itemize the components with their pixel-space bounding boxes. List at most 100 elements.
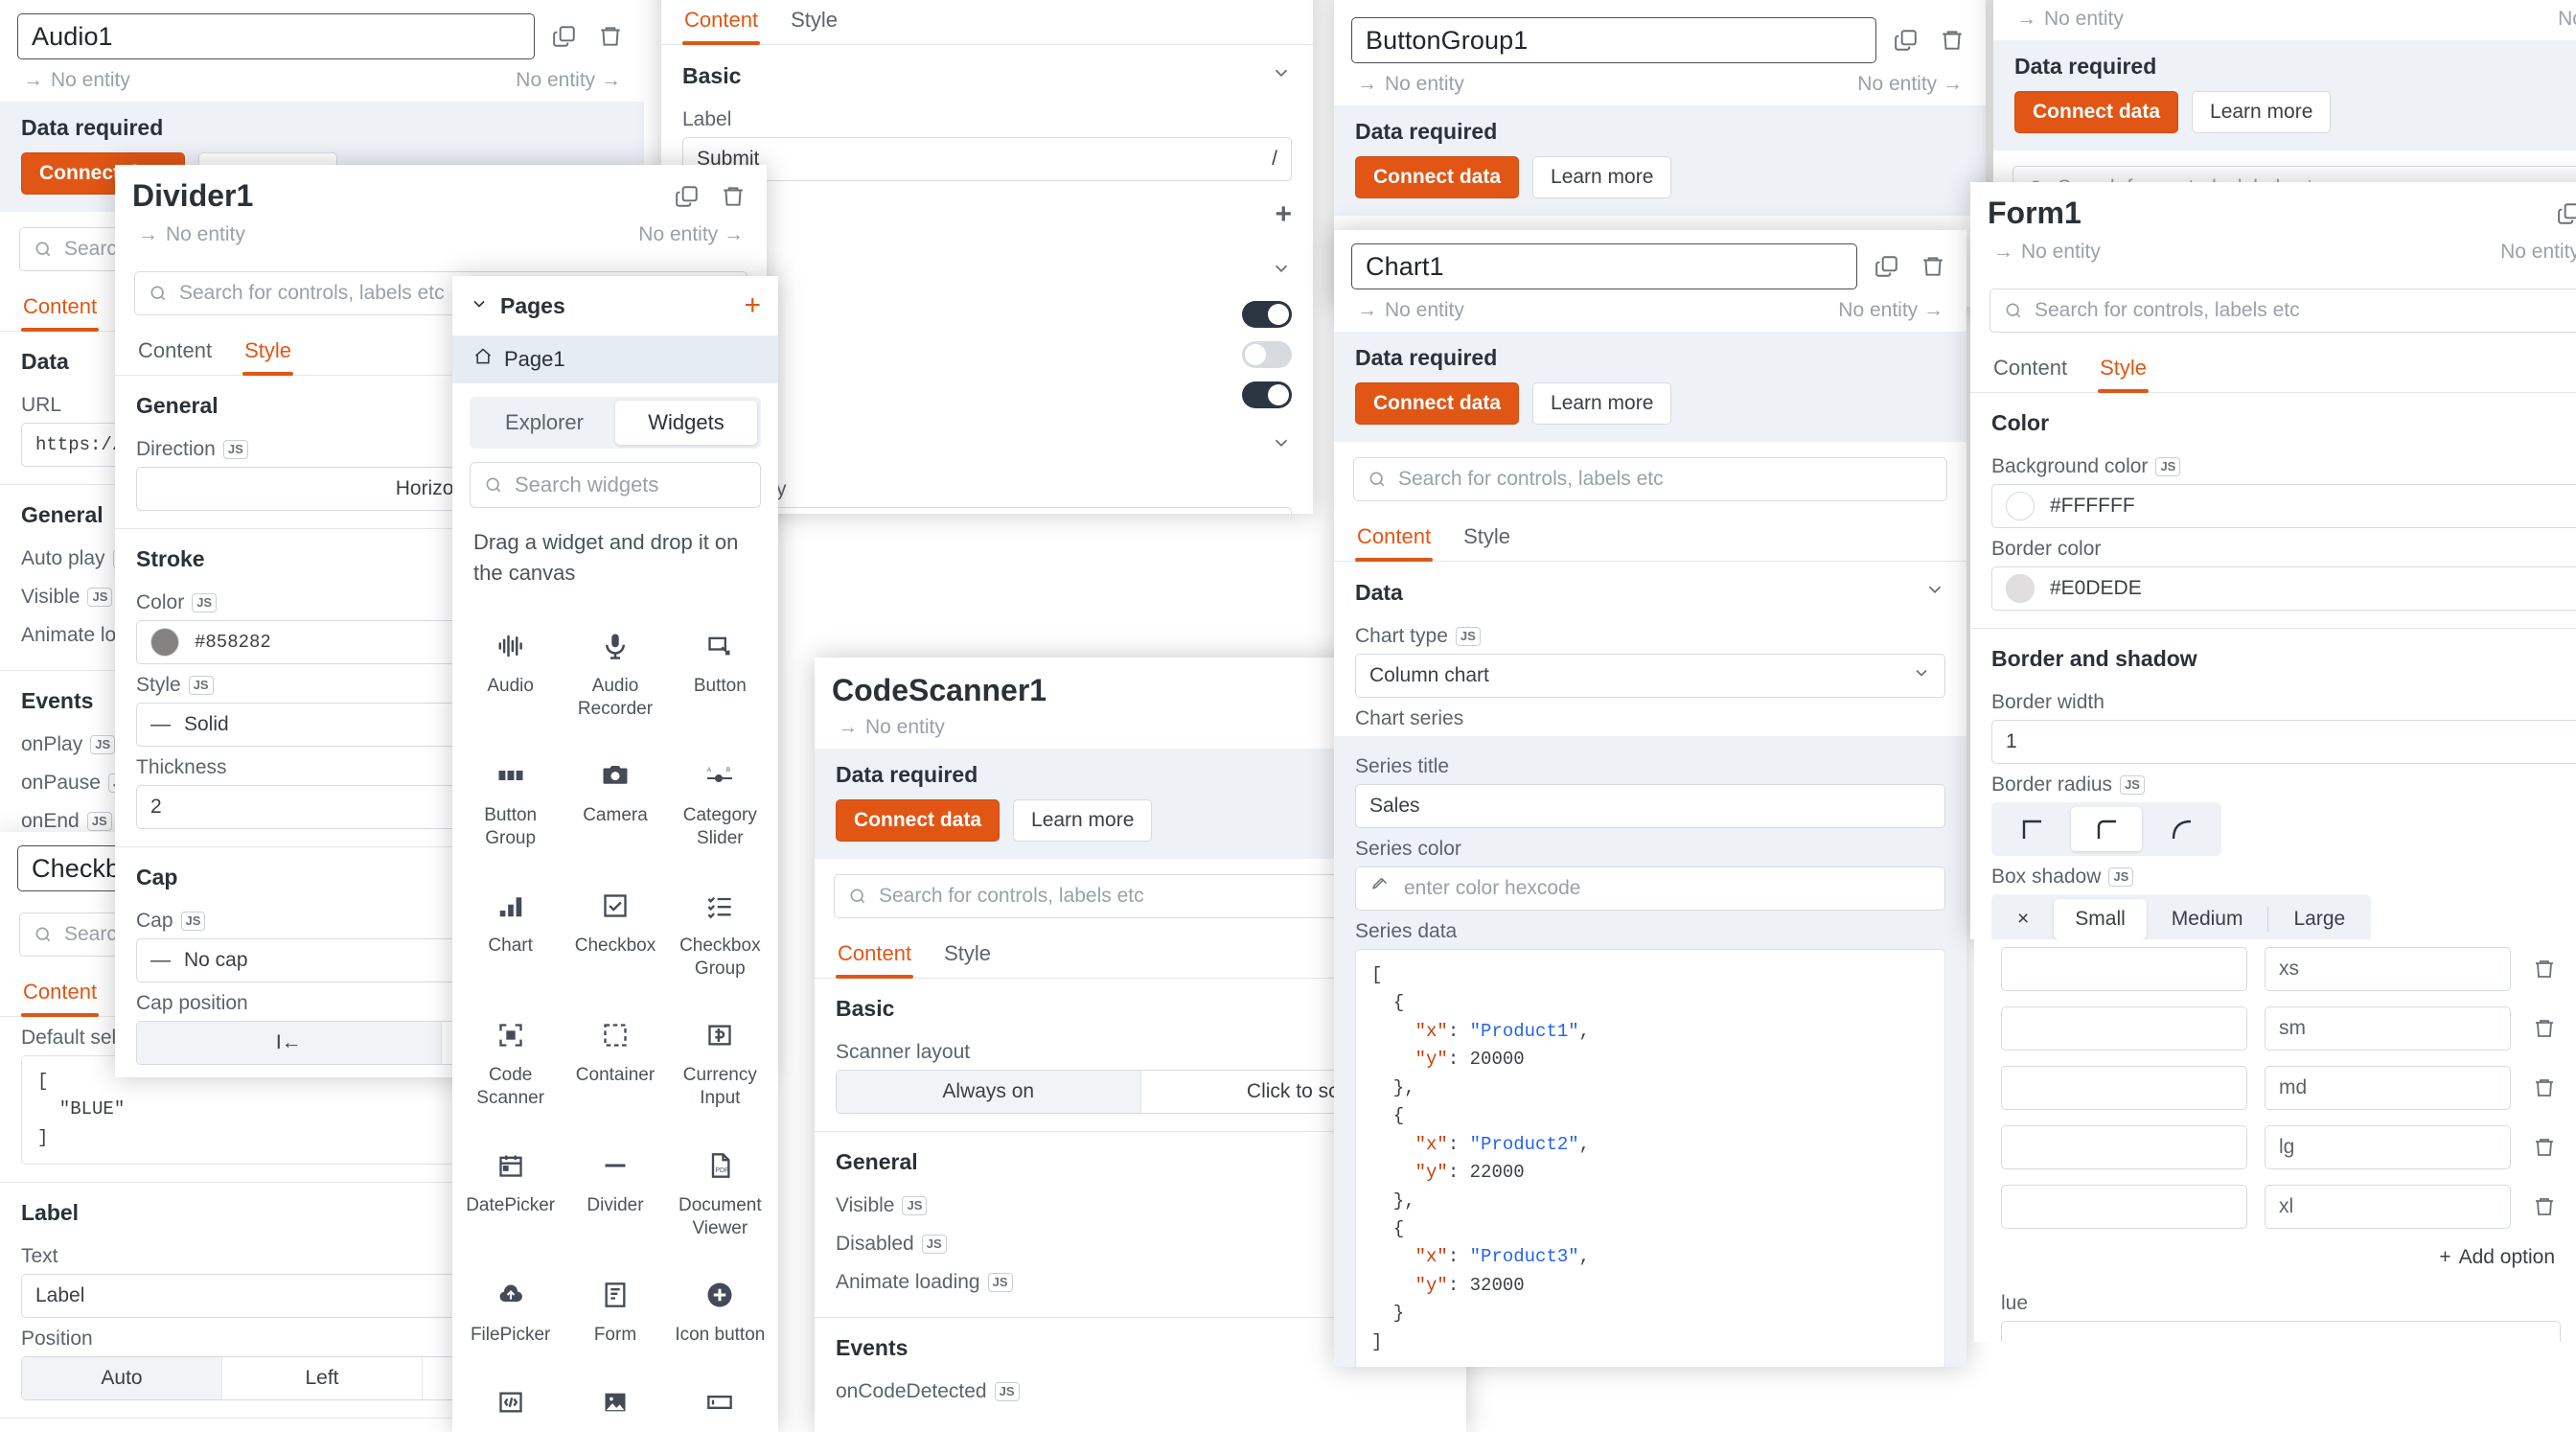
learn-more-button[interactable]: Learn more <box>2192 91 2331 133</box>
connect-data-button[interactable]: Connect data <box>1355 382 1519 425</box>
option-label-input[interactable] <box>2001 1006 2247 1051</box>
option-label-input[interactable] <box>2001 1066 2247 1110</box>
chart-search-input[interactable]: Search for controls, labels etc <box>1353 457 1947 501</box>
tab-content[interactable]: Content <box>21 972 99 1016</box>
option-value-input[interactable]: lg <box>2265 1125 2511 1169</box>
shadow-option-small[interactable]: Small <box>2054 899 2147 939</box>
widget-item-datepicker[interactable]: DatePicker <box>458 1129 563 1258</box>
radius-option-large[interactable] <box>2146 807 2217 851</box>
add-page-button[interactable]: + <box>744 289 761 322</box>
option-label-input[interactable] <box>2001 947 2247 991</box>
value-input[interactable] <box>2001 1321 2561 1342</box>
form-background-color-input[interactable]: #FFFFFF <box>1991 484 2576 528</box>
tab-widgets[interactable]: Widgets <box>615 401 757 445</box>
widget-item-form[interactable]: Form <box>563 1259 667 1364</box>
widget-item-iframe[interactable]: Iframe <box>458 1366 563 1432</box>
option-label-input[interactable] <box>2001 1185 2247 1229</box>
series-data-editor[interactable]: [ { "x": "Product1", "y": 20000 }, { "x"… <box>1355 949 1945 1367</box>
learn-more-button[interactable]: Learn more <box>1532 382 1671 425</box>
delete-option-icon[interactable] <box>2528 1131 2561 1164</box>
shadow-option-large[interactable]: Large <box>2272 899 2366 939</box>
widget-item-button[interactable]: Button <box>668 610 772 738</box>
add-icon[interactable]: + <box>1275 198 1292 231</box>
option-value-input[interactable]: xl <box>2265 1185 2511 1229</box>
radius-option-none[interactable] <box>1996 807 2067 851</box>
widget-item-category-slider[interactable]: ABCategory Slider <box>668 739 772 867</box>
widget-item-input[interactable]: Input <box>668 1366 772 1432</box>
button-label-input[interactable]: Submit/ <box>682 137 1292 181</box>
toggle-2[interactable] <box>1242 341 1292 368</box>
delete-option-icon[interactable] <box>2528 1012 2561 1045</box>
scanner-event-oncodedetected[interactable]: onCodeDetectedJS <box>815 1371 1466 1409</box>
position-option-left[interactable]: Left <box>222 1357 423 1399</box>
connect-data-button[interactable]: Connect data <box>2014 91 2178 133</box>
tab-content[interactable]: Content <box>21 287 99 331</box>
duplicate-icon[interactable] <box>1890 24 1922 57</box>
connect-data-button[interactable]: Connect data <box>836 799 1000 842</box>
position-option-auto[interactable]: Auto <box>22 1357 222 1399</box>
widget-item-button-group[interactable]: Button Group <box>458 739 563 867</box>
color-swatch[interactable] <box>2006 574 2035 603</box>
widget-item-filepicker[interactable]: FilePicker <box>458 1259 563 1364</box>
delete-option-icon[interactable] <box>2528 953 2561 985</box>
buttongroup-name-input[interactable]: ButtonGroup1 <box>1351 17 1876 63</box>
tab-style[interactable]: Style <box>789 0 840 44</box>
widget-item-divider[interactable]: Divider <box>563 1129 667 1258</box>
duplicate-icon[interactable] <box>548 20 581 53</box>
form-border-color-input[interactable]: #E0DEDE <box>1991 566 2576 611</box>
chevron-down-icon[interactable] <box>1924 579 1945 606</box>
tab-style[interactable]: Style <box>942 934 993 978</box>
widget-item-image[interactable]: Image <box>563 1366 667 1432</box>
form-search-input[interactable]: Search for controls, labels etc <box>1990 289 2576 333</box>
page-item-page1[interactable]: Page1 <box>452 335 778 383</box>
chevron-down-icon[interactable] <box>1271 62 1292 89</box>
connect-data-button[interactable]: Connect data <box>1355 156 1519 198</box>
toggle-3[interactable] <box>1242 381 1292 408</box>
shadow-option-medium[interactable]: Medium <box>2150 899 2265 939</box>
color-swatch[interactable] <box>2006 492 2035 520</box>
learn-more-button[interactable]: Learn more <box>1013 799 1152 842</box>
widget-item-audio[interactable]: Audio <box>458 610 563 738</box>
form-border-width-input[interactable]: 1 <box>1991 720 2576 764</box>
tab-content[interactable]: Content <box>1355 517 1433 561</box>
option-value-input[interactable]: md <box>2265 1066 2511 1110</box>
option-label-input[interactable] <box>2001 1125 2247 1169</box>
eyedropper-icon[interactable] <box>1369 876 1389 901</box>
widget-item-camera[interactable]: Camera <box>563 739 667 867</box>
audio-name-input[interactable]: Audio1 <box>17 13 535 59</box>
widget-search-input[interactable]: Search widgets <box>470 462 761 508</box>
duplicate-icon[interactable] <box>1871 250 1903 283</box>
widget-item-chart[interactable]: Chart <box>458 869 563 998</box>
delete-icon[interactable] <box>1917 250 1949 283</box>
tab-style[interactable]: Style <box>242 331 293 375</box>
chart-name-input[interactable]: Chart1 <box>1351 243 1857 289</box>
duplicate-icon[interactable] <box>2553 197 2576 230</box>
tab-content[interactable]: Content <box>836 934 913 978</box>
layout-option-always-on[interactable]: Always on <box>837 1071 1141 1113</box>
shadow-option-none[interactable]: × <box>1996 899 2050 939</box>
widget-item-code-scanner[interactable]: Code Scanner <box>458 999 563 1127</box>
delete-icon[interactable] <box>1936 24 1968 57</box>
delete-icon[interactable] <box>717 180 749 213</box>
learn-more-button[interactable]: Learn more <box>1532 156 1671 198</box>
widget-item-checkbox[interactable]: Checkbox <box>563 869 667 998</box>
widget-item-currency-input[interactable]: Currency Input <box>668 999 772 1127</box>
widget-item-container[interactable]: Container <box>563 999 667 1127</box>
duplicate-icon[interactable] <box>671 180 703 213</box>
cap-position-start[interactable]: I← <box>137 1022 442 1064</box>
chevron-down-icon[interactable] <box>470 293 489 319</box>
delete-icon[interactable] <box>594 20 627 53</box>
series-title-input[interactable]: Sales <box>1355 784 1945 828</box>
option-value-input[interactable]: xs <box>2265 947 2511 991</box>
tab-content[interactable]: Content <box>136 331 214 375</box>
series-color-input[interactable]: enter color hexcode <box>1355 866 1945 911</box>
widget-item-audio-recorder[interactable]: Audio Recorder <box>563 610 667 738</box>
widget-item-document-viewer[interactable]: PDFDocument Viewer <box>668 1129 772 1258</box>
color-swatch[interactable] <box>150 628 179 657</box>
widget-item-checkbox-group[interactable]: Checkbox Group <box>668 869 772 998</box>
add-option-button[interactable]: + Add option <box>1974 1236 2576 1279</box>
tab-content[interactable]: Content <box>682 0 760 44</box>
tab-explorer[interactable]: Explorer <box>473 401 615 445</box>
radius-option-small[interactable] <box>2071 807 2142 851</box>
tab-content[interactable]: Content <box>1991 348 2069 392</box>
